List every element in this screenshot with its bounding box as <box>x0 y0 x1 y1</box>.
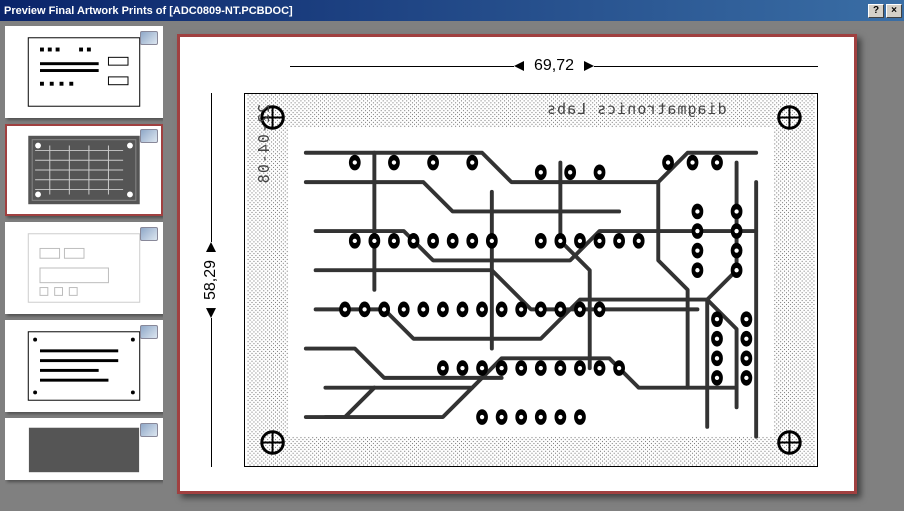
arrow-down-icon <box>206 308 216 318</box>
page-icon <box>140 31 158 45</box>
thumbnail-page-1[interactable] <box>5 26 163 118</box>
thumb-preview <box>7 224 161 312</box>
pcb-artwork: diagmatronics Labs 22-04-08 <box>244 93 818 467</box>
thumbnail-panel <box>5 26 163 506</box>
titlebar: Preview Final Artwork Prints of [ADC0809… <box>0 0 904 21</box>
arrow-up-icon <box>206 242 216 252</box>
arrow-left-icon <box>514 61 524 71</box>
print-sheet: 69,72 58,29 diagmatronics Labs 22-04-08 <box>177 34 857 494</box>
thumb-preview <box>7 322 161 410</box>
page-icon <box>140 423 158 437</box>
thumbnail-page-3[interactable] <box>5 222 163 314</box>
silk-label-company: diagmatronics Labs <box>546 100 727 118</box>
thumb-preview <box>7 28 161 116</box>
page-icon <box>140 227 158 241</box>
page-icon <box>140 325 158 339</box>
dimension-width: 69,72 <box>290 51 818 81</box>
help-button[interactable]: ? <box>868 4 884 18</box>
thumb-preview <box>7 126 161 214</box>
preview-pane[interactable]: 69,72 58,29 diagmatronics Labs 22-04-08 <box>169 26 899 506</box>
workarea: 69,72 58,29 diagmatronics Labs 22-04-08 <box>0 21 904 511</box>
pcb-svg <box>245 94 817 466</box>
silk-label-date: 22-04-08 <box>255 104 273 184</box>
close-button[interactable]: × <box>886 4 902 18</box>
thumbnail-page-5[interactable] <box>5 418 163 480</box>
thumbnail-page-2[interactable] <box>5 124 163 216</box>
dimension-width-value: 69,72 <box>524 57 584 75</box>
window-title: Preview Final Artwork Prints of [ADC0809… <box>4 5 866 17</box>
arrow-right-icon <box>584 61 594 71</box>
thumbnail-page-4[interactable] <box>5 320 163 412</box>
dimension-height: 58,29 <box>196 93 226 467</box>
thumb-preview <box>7 420 161 478</box>
page-icon <box>140 129 158 143</box>
dimension-height-value: 58,29 <box>202 252 220 308</box>
